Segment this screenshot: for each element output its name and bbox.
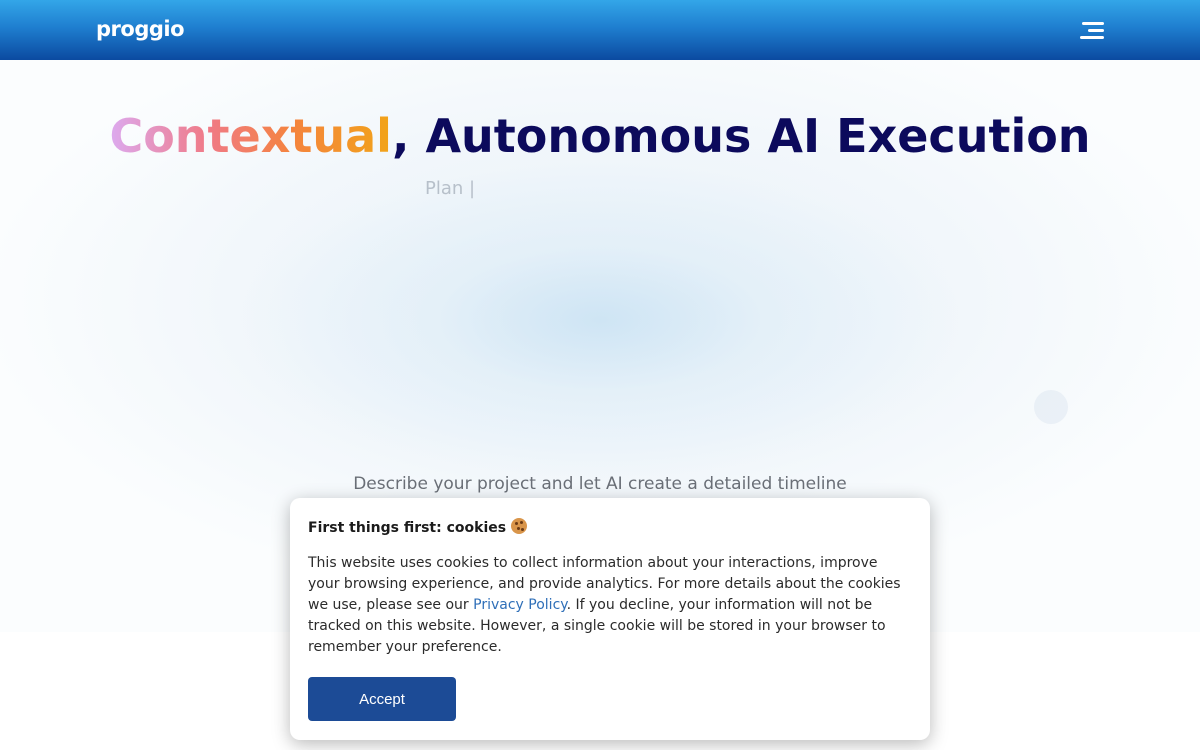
typing-text: Plan | [425, 178, 476, 199]
accept-cookies-button[interactable]: Accept [308, 677, 456, 721]
background-decoration [1034, 390, 1068, 424]
hero-title-highlight: Contextual [109, 109, 392, 163]
top-navigation-bar: proggio [0, 0, 1200, 60]
cookie-icon [511, 518, 528, 534]
cookie-consent-dialog: First things first: cookies This website… [290, 498, 930, 740]
proggio-logo[interactable]: proggio [96, 14, 185, 44]
privacy-policy-link[interactable]: Privacy Policy [473, 597, 566, 613]
cookie-dialog-title-text: First things first: cookies [308, 520, 507, 536]
cookie-dialog-text: This website uses cookies to collect inf… [308, 553, 908, 658]
hero-title-rest: , Autonomous AI Execution [391, 109, 1091, 163]
cookie-dialog-title: First things first: cookies [308, 518, 528, 536]
hero-subtitle: Describe your project and let AI create … [353, 474, 847, 494]
hero-title: Contextual, Autonomous AI Execution [0, 106, 1200, 166]
hamburger-menu-icon[interactable] [1076, 18, 1108, 44]
